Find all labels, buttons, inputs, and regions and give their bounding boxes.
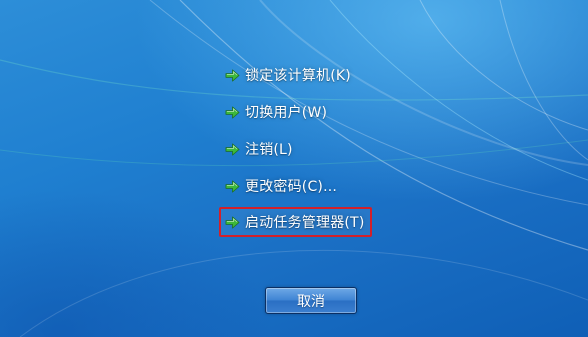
secure-desktop-screen: 锁定该计算机(K) 切换用户(W) 注销(L) 更改密码(C)... 启动任务管… (0, 0, 588, 337)
cancel-button[interactable]: 取消 (265, 287, 357, 314)
menu-item-lock-computer[interactable]: 锁定该计算机(K) (221, 62, 357, 88)
green-arrow-icon (225, 143, 240, 155)
menu-item-label: 注销(L) (245, 142, 293, 158)
green-arrow-icon (225, 106, 240, 118)
menu-item-label: 启动任务管理器(T) (245, 215, 365, 231)
menu-item-label: 切换用户(W) (245, 105, 328, 121)
menu-item-change-password[interactable]: 更改密码(C)... (221, 173, 343, 199)
menu-item-label: 更改密码(C)... (245, 179, 338, 195)
menu-item-switch-user[interactable]: 切换用户(W) (221, 99, 333, 125)
green-arrow-icon (225, 69, 240, 81)
menu-item-log-off[interactable]: 注销(L) (221, 136, 299, 162)
green-arrow-icon (225, 180, 240, 192)
green-arrow-icon (225, 216, 240, 228)
menu-item-label: 锁定该计算机(K) (245, 68, 351, 84)
menu-item-start-task-manager[interactable]: 启动任务管理器(T) (219, 207, 373, 237)
